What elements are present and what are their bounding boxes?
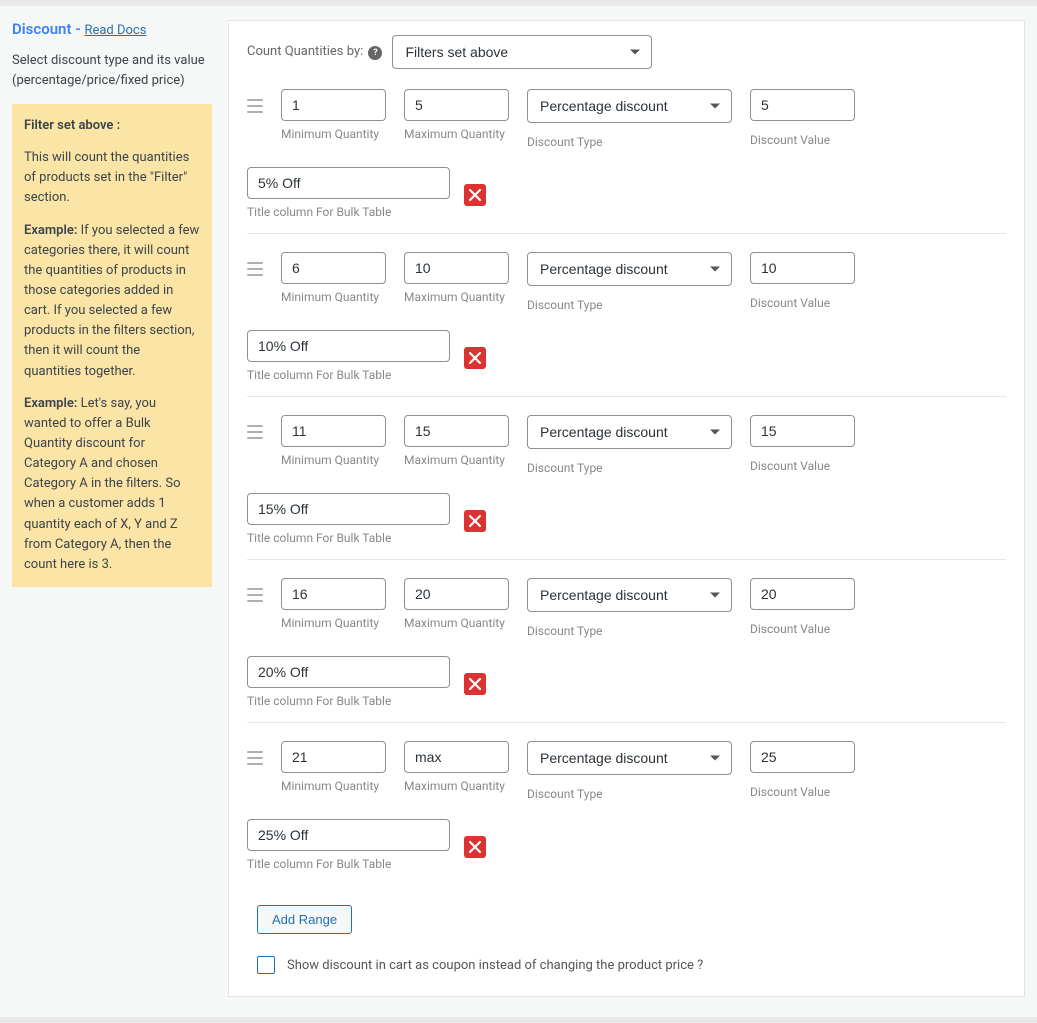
discount-type-select[interactable]: Percentage discount [527,252,732,286]
section-description: Select discount type and its value (perc… [12,51,212,90]
discount-type-label: Discount Type [527,787,732,801]
discount-value-input[interactable] [750,89,855,121]
discount-value-label: Discount Value [750,296,855,310]
close-icon [469,189,481,201]
show-as-coupon-label: Show discount in cart as coupon instead … [287,958,703,973]
maximum-quantity-input[interactable] [404,252,509,284]
discount-value-input[interactable] [750,741,855,773]
close-icon [469,352,481,364]
count-quantities-label: Count Quantities by: ? [247,44,382,60]
maximum-quantity-label: Maximum Quantity [404,616,509,630]
title-column-label: Title column For Bulk Table [247,368,450,382]
close-icon [469,515,481,527]
info-example1-label: Example: [24,223,77,238]
title-column-label: Title column For Bulk Table [247,531,450,545]
discount-type-select[interactable]: Percentage discount [527,415,732,449]
discount-value-label: Discount Value [750,622,855,636]
minimum-quantity-label: Minimum Quantity [281,779,386,793]
info-example2-text: Let's say, you wanted to offer a Bulk Qu… [24,396,181,572]
minimum-quantity-input[interactable] [281,741,386,773]
drag-handle-icon[interactable] [247,99,263,113]
minimum-quantity-input[interactable] [281,89,386,121]
range-block: Minimum Quantity Maximum Quantity Percen… [247,396,1006,559]
delete-range-button[interactable] [464,347,486,369]
close-icon [469,678,481,690]
range-block: Minimum Quantity Maximum Quantity Percen… [247,89,1006,233]
drag-handle-icon[interactable] [247,588,263,602]
title-column-input[interactable] [247,656,450,688]
close-icon [469,841,481,853]
add-range-button[interactable]: Add Range [257,905,352,934]
minimum-quantity-label: Minimum Quantity [281,290,386,304]
range-block: Minimum Quantity Maximum Quantity Percen… [247,559,1006,722]
discount-type-label: Discount Type [527,135,732,149]
title-column-label: Title column For Bulk Table [247,857,450,871]
title-dash: - [71,20,84,38]
maximum-quantity-input[interactable] [404,741,509,773]
delete-range-button[interactable] [464,673,486,695]
title-column-input[interactable] [247,330,450,362]
title-column-label: Title column For Bulk Table [247,205,450,219]
info-box: Filter set above : This will count the q… [12,104,212,587]
maximum-quantity-label: Maximum Quantity [404,453,509,467]
title-column-input[interactable] [247,167,450,199]
info-heading: Filter set above : [24,118,120,133]
minimum-quantity-label: Minimum Quantity [281,127,386,141]
title-column-label: Title column For Bulk Table [247,694,450,708]
read-docs-link[interactable]: Read Docs [84,23,146,38]
minimum-quantity-input[interactable] [281,415,386,447]
drag-handle-icon[interactable] [247,425,263,439]
discount-type-select[interactable]: Percentage discount [527,89,732,123]
discount-value-label: Discount Value [750,133,855,147]
discount-type-label: Discount Type [527,624,732,638]
discount-type-select[interactable]: Percentage discount [527,578,732,612]
discount-value-input[interactable] [750,415,855,447]
section-title: Discount - Read Docs [12,20,212,38]
show-as-coupon-checkbox[interactable] [257,956,275,974]
minimum-quantity-label: Minimum Quantity [281,616,386,630]
delete-range-button[interactable] [464,836,486,858]
delete-range-button[interactable] [464,184,486,206]
discount-value-label: Discount Value [750,459,855,473]
title-column-input[interactable] [247,819,450,851]
info-p1: This will count the quantities of produc… [24,148,200,208]
count-quantities-select[interactable]: Filters set above [392,35,652,69]
discount-type-label: Discount Type [527,461,732,475]
title-column-input[interactable] [247,493,450,525]
minimum-quantity-input[interactable] [281,578,386,610]
maximum-quantity-label: Maximum Quantity [404,127,509,141]
maximum-quantity-input[interactable] [404,415,509,447]
discount-type-label: Discount Type [527,298,732,312]
delete-range-button[interactable] [464,510,486,532]
maximum-quantity-label: Maximum Quantity [404,290,509,304]
discount-value-input[interactable] [750,252,855,284]
range-block: Minimum Quantity Maximum Quantity Percen… [247,233,1006,396]
section-title-text: Discount [12,20,71,38]
minimum-quantity-label: Minimum Quantity [281,453,386,467]
discount-type-select[interactable]: Percentage discount [527,741,732,775]
maximum-quantity-label: Maximum Quantity [404,779,509,793]
maximum-quantity-input[interactable] [404,578,509,610]
info-example2-label: Example: [24,396,77,411]
info-example1-text: If you selected a few categories there, … [24,223,199,379]
discount-value-label: Discount Value [750,785,855,799]
help-icon[interactable]: ? [368,46,382,60]
drag-handle-icon[interactable] [247,262,263,276]
range-block: Minimum Quantity Maximum Quantity Percen… [247,722,1006,885]
drag-handle-icon[interactable] [247,751,263,765]
minimum-quantity-input[interactable] [281,252,386,284]
maximum-quantity-input[interactable] [404,89,509,121]
discount-value-input[interactable] [750,578,855,610]
